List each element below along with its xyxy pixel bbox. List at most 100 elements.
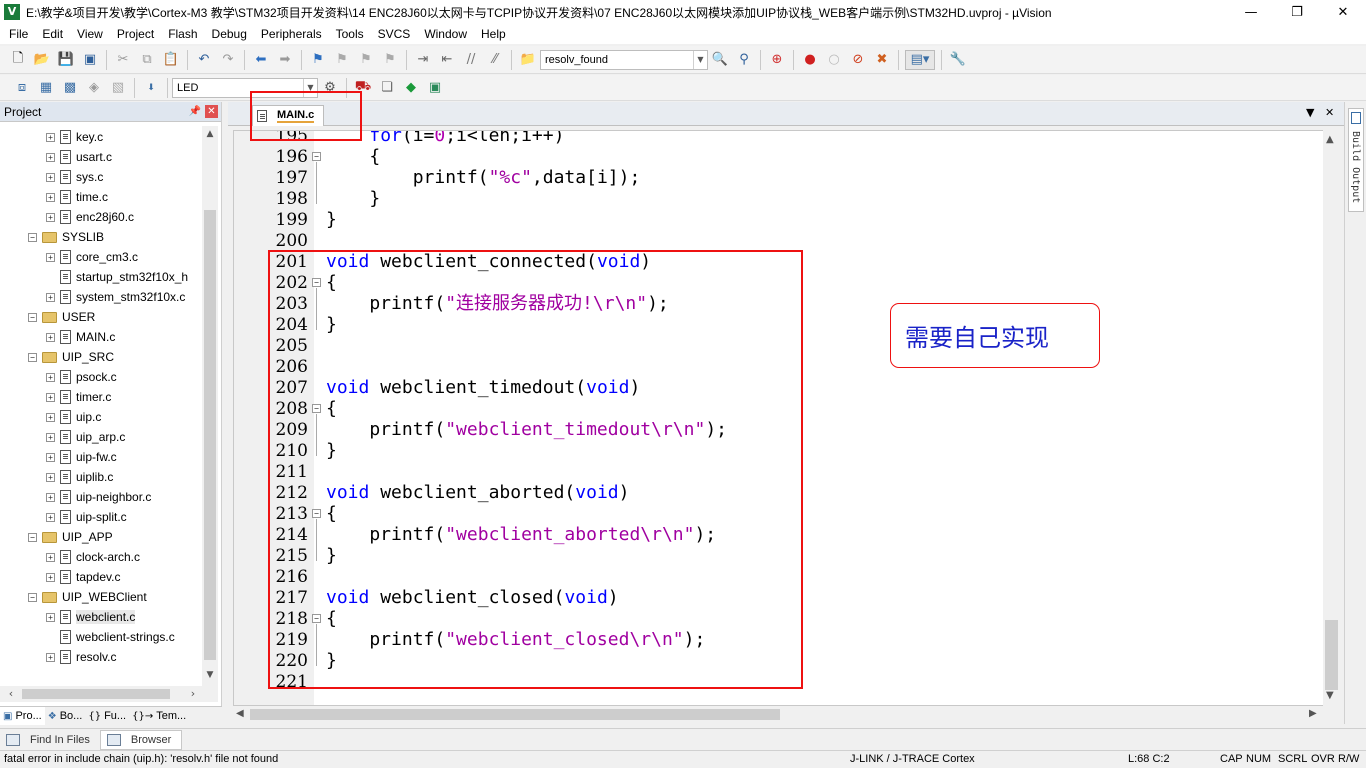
menu-file[interactable]: File xyxy=(2,24,35,44)
incremental-find-icon[interactable]: ⚲ xyxy=(734,50,754,70)
collapse-icon[interactable]: − xyxy=(28,352,37,362)
tab-books[interactable]: ❖ Bo... xyxy=(45,707,86,725)
scroll-thumb[interactable] xyxy=(204,210,216,660)
insert-breakpoint-icon[interactable]: ● xyxy=(800,50,820,70)
expand-icon[interactable]: + xyxy=(46,132,55,142)
tree-folder[interactable]: − USER xyxy=(28,307,95,327)
tab-list-icon[interactable]: ▼ xyxy=(1306,106,1314,119)
expand-icon[interactable]: + xyxy=(46,372,55,382)
tree-file[interactable]: + sys.c xyxy=(46,167,103,187)
editor-vertical-scrollbar[interactable]: ▲ ▼ xyxy=(1323,130,1340,706)
tree-file[interactable]: + timer.c xyxy=(46,387,111,407)
disable-all-breakpoints-icon[interactable]: ⊘ xyxy=(848,50,868,70)
tree-file[interactable]: + uip-fw.c xyxy=(46,447,117,467)
build-icon[interactable]: ▦ xyxy=(36,78,56,98)
tree-file[interactable]: + tapdev.c xyxy=(46,567,120,587)
tree-folder[interactable]: − UIP_SRC xyxy=(28,347,114,367)
tree-horizontal-scrollbar[interactable]: ‹ › xyxy=(0,686,218,702)
menu-tools[interactable]: Tools xyxy=(329,24,371,44)
next-bookmark-icon[interactable]: ⚑ xyxy=(356,50,376,70)
expand-icon[interactable]: + xyxy=(46,472,55,482)
scroll-up-icon[interactable]: ▲ xyxy=(1326,134,1334,145)
tree-file[interactable]: + resolv.c xyxy=(46,647,116,667)
expand-icon[interactable]: + xyxy=(46,412,55,422)
expand-icon[interactable]: + xyxy=(46,292,55,302)
pin-icon[interactable]: 📌 xyxy=(188,106,202,117)
menu-help[interactable]: Help xyxy=(474,24,513,44)
redo-icon[interactable]: ↷ xyxy=(218,50,238,70)
bookmark-icon[interactable]: ⚑ xyxy=(308,50,328,70)
collapse-icon[interactable]: − xyxy=(28,592,37,602)
tab-project[interactable]: ▣ Pro... xyxy=(0,707,45,725)
expand-icon[interactable]: + xyxy=(46,652,55,662)
scroll-left-icon[interactable]: ◀ xyxy=(236,708,244,719)
expand-icon[interactable]: + xyxy=(46,152,55,162)
collapse-icon[interactable]: − xyxy=(28,532,37,542)
scroll-down-icon[interactable]: ▼ xyxy=(1326,690,1334,701)
fold-toggle-icon[interactable]: − xyxy=(312,152,321,161)
prev-bookmark-icon[interactable]: ⚑ xyxy=(332,50,352,70)
tree-file[interactable]: + system_stm32f10x.c xyxy=(46,287,185,307)
expand-icon[interactable]: + xyxy=(46,552,55,562)
tab-templates[interactable]: {}→ Tem... xyxy=(129,707,189,725)
tree-folder[interactable]: − UIP_APP xyxy=(28,527,113,547)
expand-icon[interactable]: + xyxy=(46,392,55,402)
scroll-thumb[interactable] xyxy=(22,689,170,699)
scroll-up-icon[interactable]: ▲ xyxy=(202,129,218,143)
tab-functions[interactable]: {} Fu... xyxy=(85,707,129,725)
tree-file[interactable]: + webclient.c xyxy=(46,607,136,627)
collapse-icon[interactable]: − xyxy=(28,232,37,242)
tree-file[interactable]: + enc28j60.c xyxy=(46,207,134,227)
menu-peripherals[interactable]: Peripherals xyxy=(254,24,329,44)
unindent-icon[interactable]: ⇤ xyxy=(437,50,457,70)
find-icon[interactable]: 🔍 xyxy=(710,50,730,70)
tree-file[interactable]: + uip.c xyxy=(46,407,101,427)
tree-file[interactable]: + psock.c xyxy=(46,367,117,387)
save-all-icon[interactable]: ▣ xyxy=(80,50,100,70)
tree-folder[interactable]: − UIP_WEBClient xyxy=(28,587,147,607)
open-file-icon[interactable]: 📂 xyxy=(32,50,52,70)
scroll-down-icon[interactable]: ▼ xyxy=(202,670,218,684)
scroll-right-icon[interactable]: › xyxy=(186,686,200,702)
scroll-right-icon[interactable]: ▶ xyxy=(1309,708,1317,719)
find-in-files-icon[interactable]: 📁 xyxy=(518,50,538,70)
chevron-down-icon[interactable]: ▼ xyxy=(693,50,707,69)
menu-svcs[interactable]: SVCS xyxy=(371,24,418,44)
expand-icon[interactable]: + xyxy=(46,252,55,262)
tree-file[interactable]: + key.c xyxy=(46,127,103,147)
tab-browser[interactable]: Browser xyxy=(99,729,183,750)
expand-icon[interactable]: + xyxy=(46,432,55,442)
menu-flash[interactable]: Flash xyxy=(161,24,204,44)
minimize-button[interactable]: — xyxy=(1228,0,1274,24)
scroll-left-icon[interactable]: ‹ xyxy=(4,686,18,702)
batch-build-icon[interactable]: ◈ xyxy=(84,78,104,98)
stop-build-icon[interactable]: ▧ xyxy=(108,78,128,98)
collapse-icon[interactable]: − xyxy=(28,312,37,322)
uncomment-icon[interactable]: ⁄⁄ xyxy=(485,50,505,70)
pack-installer-icon[interactable]: ▣ xyxy=(425,78,445,98)
copy-icon[interactable]: ⧉ xyxy=(137,50,157,70)
configure-icon[interactable]: 🔧 xyxy=(948,50,968,70)
rebuild-icon[interactable]: ▩ xyxy=(60,78,80,98)
tree-folder[interactable]: − SYSLIB xyxy=(28,227,104,247)
select-packs-icon[interactable]: ◆ xyxy=(401,78,421,98)
cut-icon[interactable]: ✂ xyxy=(113,50,133,70)
translate-icon[interactable]: ⧈ xyxy=(12,78,32,98)
tree-file[interactable]: + usart.c xyxy=(46,147,112,167)
disable-breakpoint-icon[interactable]: ○ xyxy=(824,50,844,70)
expand-icon[interactable]: + xyxy=(46,492,55,502)
expand-icon[interactable]: + xyxy=(46,452,55,462)
expand-icon[interactable]: + xyxy=(46,332,55,342)
tree-file[interactable]: + MAIN.c xyxy=(46,327,115,347)
paste-icon[interactable]: 📋 xyxy=(161,50,181,70)
kill-all-breakpoints-icon[interactable]: ✖ xyxy=(872,50,892,70)
tree-file[interactable]: + uip-neighbor.c xyxy=(46,487,151,507)
restore-button[interactable]: ❐ xyxy=(1274,0,1320,24)
expand-icon[interactable]: + xyxy=(46,572,55,582)
tree-file[interactable]: + time.c xyxy=(46,187,108,207)
clear-bookmarks-icon[interactable]: ⚑ xyxy=(380,50,400,70)
editor-horizontal-scrollbar[interactable]: ◀ ▶ xyxy=(233,706,1323,723)
expand-icon[interactable]: + xyxy=(46,212,55,222)
new-file-icon[interactable]: 🗋 xyxy=(8,50,28,70)
debug-session-icon[interactable]: ⊕ xyxy=(767,50,787,70)
